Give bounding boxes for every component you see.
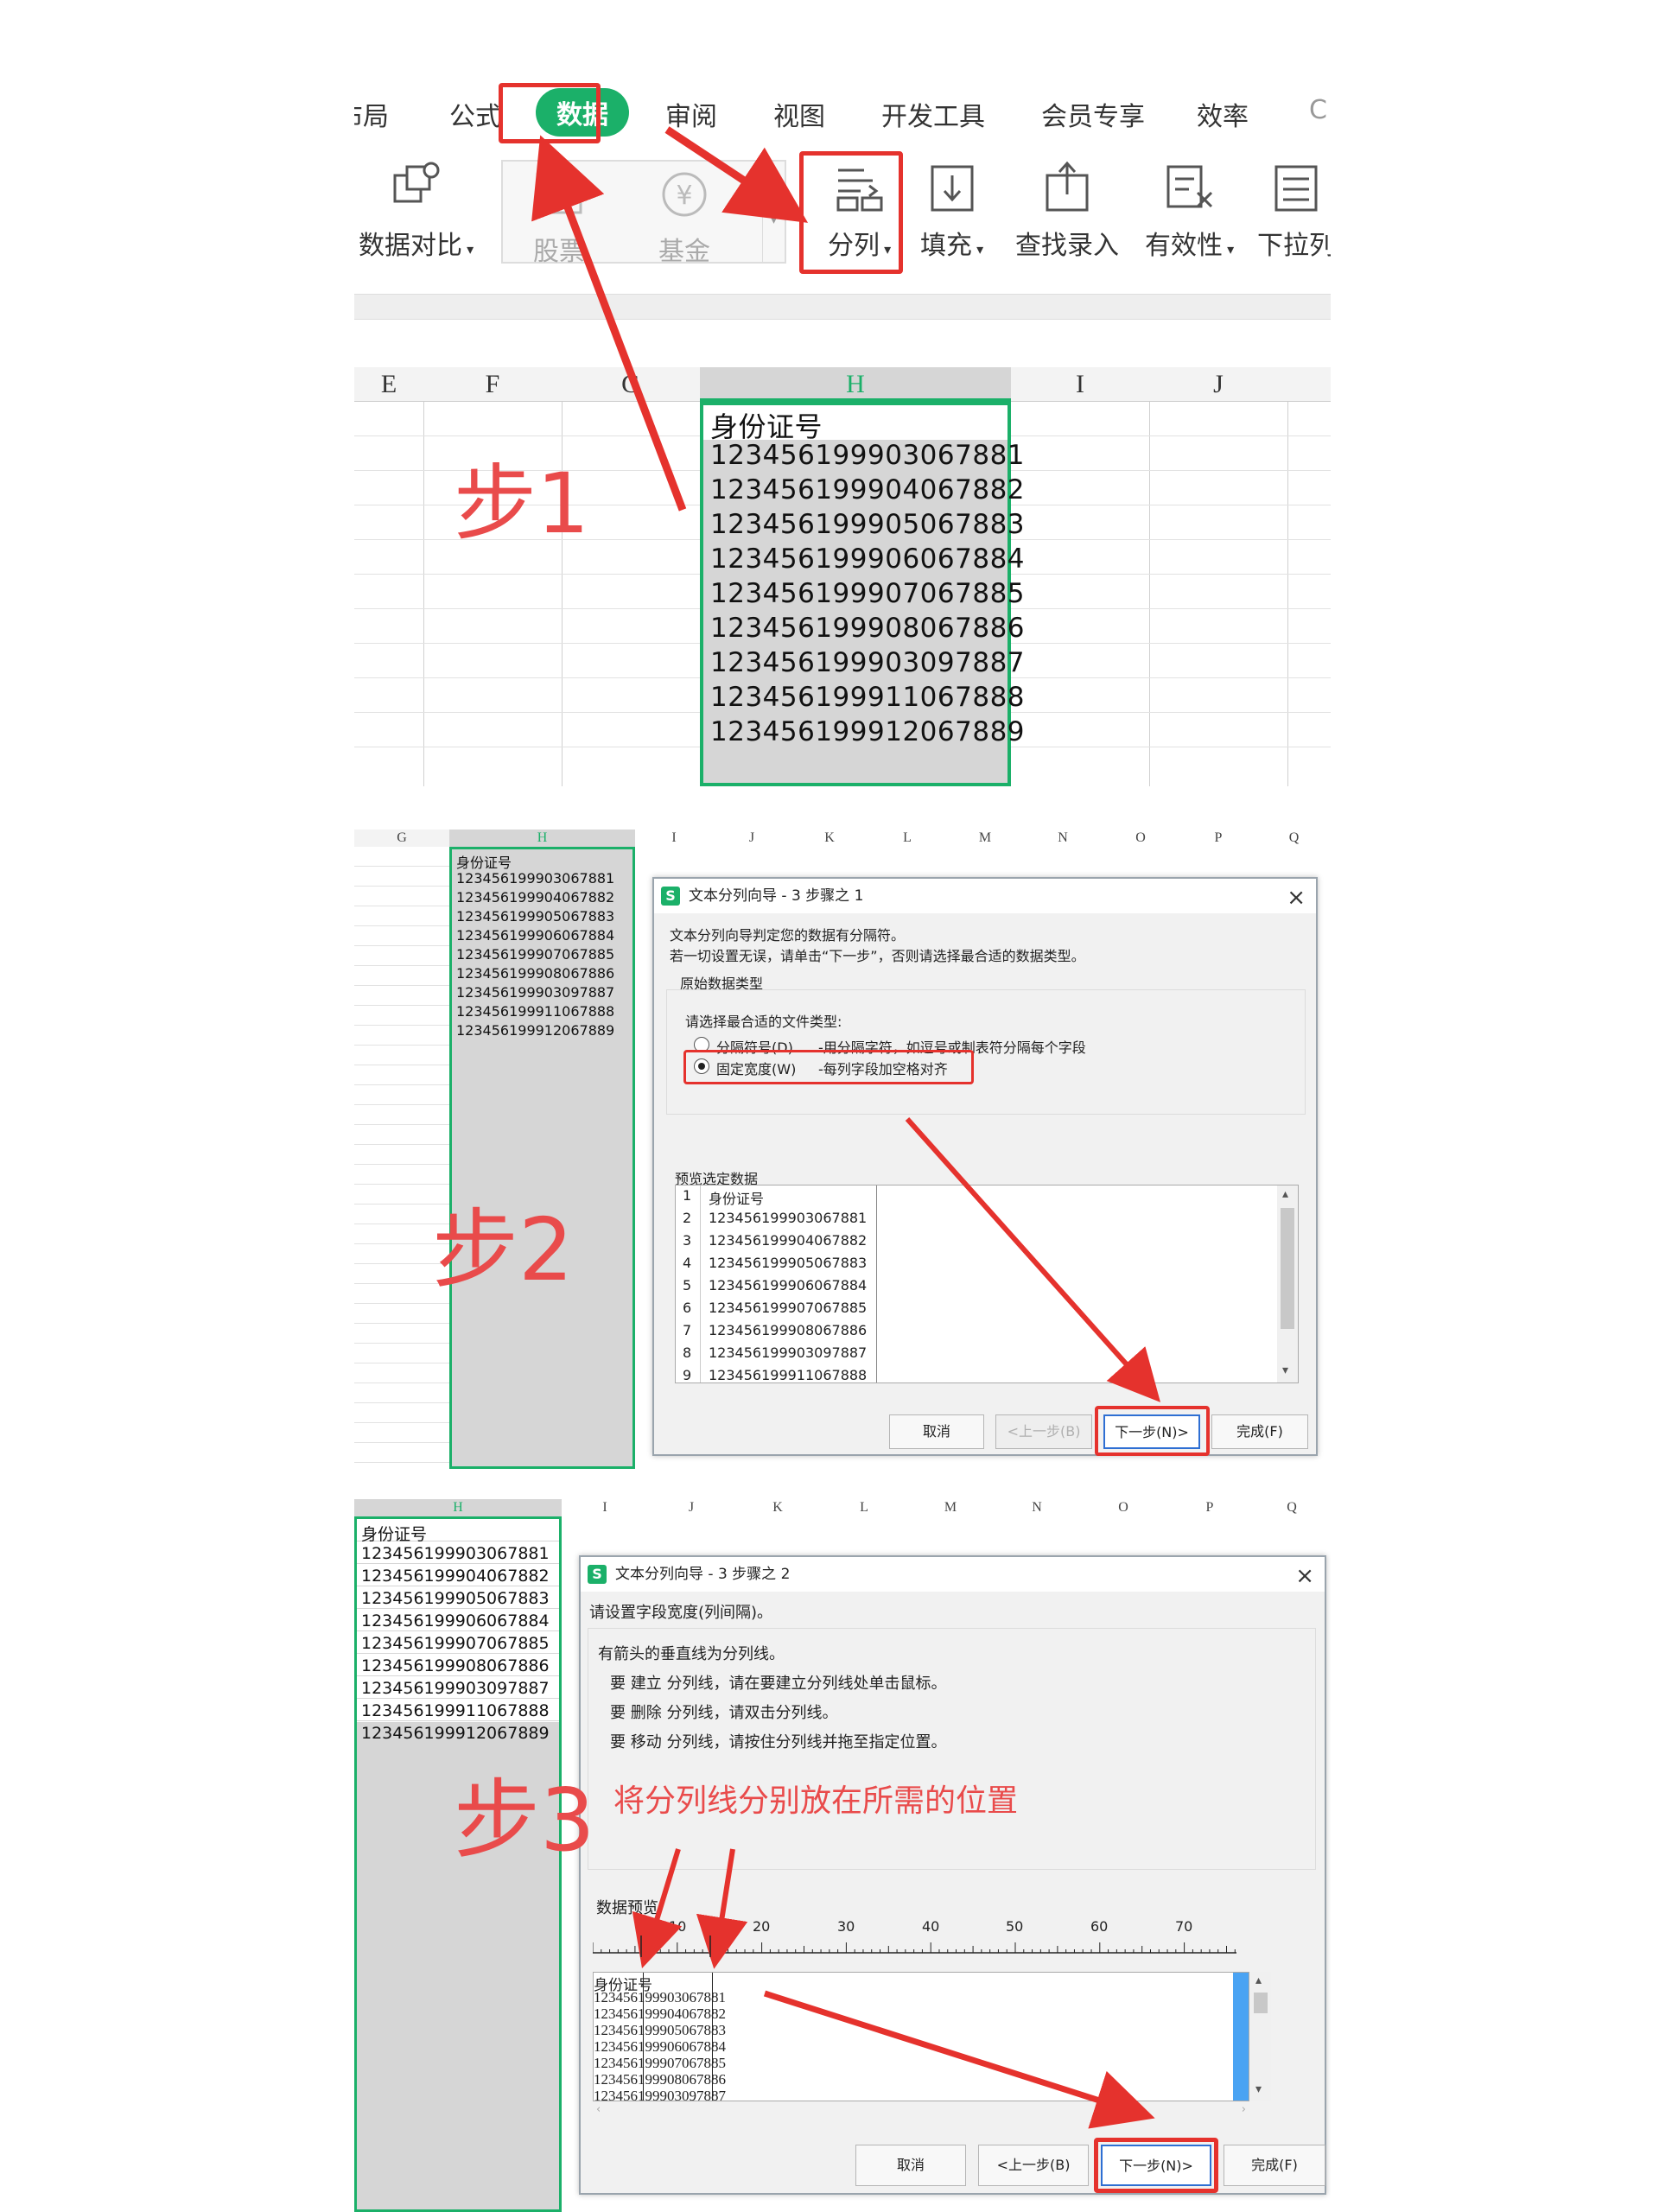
step2-panel: G H I J K L M N O P Q 身份证号 1234561999030…	[354, 830, 1331, 1469]
step1-arrows	[531, 126, 809, 512]
arrow-to-data-tab	[531, 135, 687, 512]
step1-panel: 布局 公式 数据 审阅 视图 开发工具 会员专享 效率 C 数据对比 ▾ 股票 …	[354, 78, 1331, 786]
arrow-to-next-button	[905, 1117, 1160, 1402]
arrow-to-break-line-1	[632, 1848, 683, 1968]
step3-arrows	[632, 1848, 1155, 2129]
arrow-to-break-line-2	[696, 1848, 748, 1969]
step2-arrows	[905, 1117, 1160, 1402]
arrow-to-next-button	[763, 1990, 1155, 2129]
step3-panel: H I J K L M N O P Q 身份证号 123456199903067…	[354, 1499, 1331, 2212]
arrow-to-split-button	[664, 126, 809, 223]
